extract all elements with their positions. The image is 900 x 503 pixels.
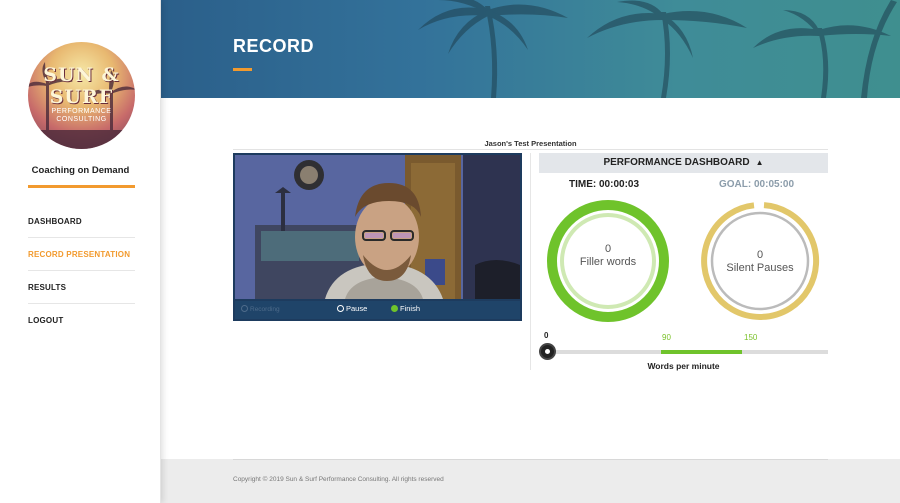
sidebar: SUN & SURF PERFORMANCE CONSULTING Coachi…: [0, 0, 161, 503]
silent-pauses-count: 0: [756, 249, 764, 261]
presentation-title: Jason's Test Presentation: [484, 139, 577, 148]
video-controls: Recording Pause Finish: [235, 301, 520, 319]
finish-icon: [391, 305, 398, 312]
silent-pauses-label: Silent Pauses: [726, 262, 794, 274]
wpm-low-threshold: 90: [662, 333, 671, 342]
presentation-title-divider: [233, 149, 828, 150]
sidebar-nav: DASHBOARD RECORD PRESENTATION RESULTS LO…: [28, 205, 135, 337]
pause-button[interactable]: Pause: [337, 304, 367, 313]
filler-words-gauge: 0 Filler words: [546, 199, 670, 323]
tagline-underline: [28, 185, 135, 188]
title-underline: [233, 68, 252, 71]
video-panel: Recording Pause Finish: [233, 153, 522, 321]
header-banner: RECORD: [161, 0, 900, 98]
wpm-target-zone: [661, 350, 742, 354]
performance-dashboard-toggle[interactable]: PERFORMANCE DASHBOARD ▲: [539, 153, 828, 173]
wpm-high-threshold: 150: [744, 333, 758, 342]
logo-wordmark: SUN & SURF: [43, 64, 120, 108]
sidebar-item-logout[interactable]: LOGOUT: [28, 304, 135, 337]
wpm-current-value: 0: [544, 331, 549, 340]
recording-status: Recording: [241, 305, 280, 313]
elapsed-time: TIME: 00:00:03: [569, 179, 640, 190]
panel-divider: [530, 153, 531, 370]
copyright-text: Copyright © 2019 Sun & Surf Performance …: [233, 476, 444, 483]
sidebar-item-results[interactable]: RESULTS: [28, 271, 135, 304]
filler-words-label: Filler words: [579, 256, 637, 268]
filler-words-count: 0: [604, 243, 612, 255]
recording-label: Recording: [250, 306, 280, 313]
goal-time: GOAL: 00:05:00: [719, 179, 795, 190]
recording-dot-icon: [241, 305, 248, 312]
chevron-up-icon: ▲: [755, 158, 764, 167]
logo-subtitle: PERFORMANCE CONSULTING: [51, 108, 112, 123]
finish-button[interactable]: Finish: [391, 304, 420, 313]
page-title: RECORD: [233, 36, 315, 56]
silent-pauses-gauge: 0 Silent Pauses: [698, 199, 822, 323]
webcam-feed: [235, 155, 520, 299]
pause-icon: [337, 305, 344, 312]
brand-tagline: Coaching on Demand: [31, 165, 130, 176]
brand-logo[interactable]: SUN & SURF PERFORMANCE CONSULTING: [28, 42, 135, 149]
wpm-slider-handle[interactable]: [539, 343, 556, 360]
pause-label: Pause: [346, 304, 368, 313]
dashboard-heading: PERFORMANCE DASHBOARD: [603, 157, 750, 168]
wpm-label: Words per minute: [647, 361, 720, 371]
footer: Copyright © 2019 Sun & Surf Performance …: [161, 459, 900, 503]
sidebar-item-record-presentation[interactable]: RECORD PRESENTATION: [28, 238, 135, 271]
sidebar-item-dashboard[interactable]: DASHBOARD: [28, 205, 135, 238]
finish-label: Finish: [400, 304, 421, 313]
footer-divider: [233, 459, 828, 460]
